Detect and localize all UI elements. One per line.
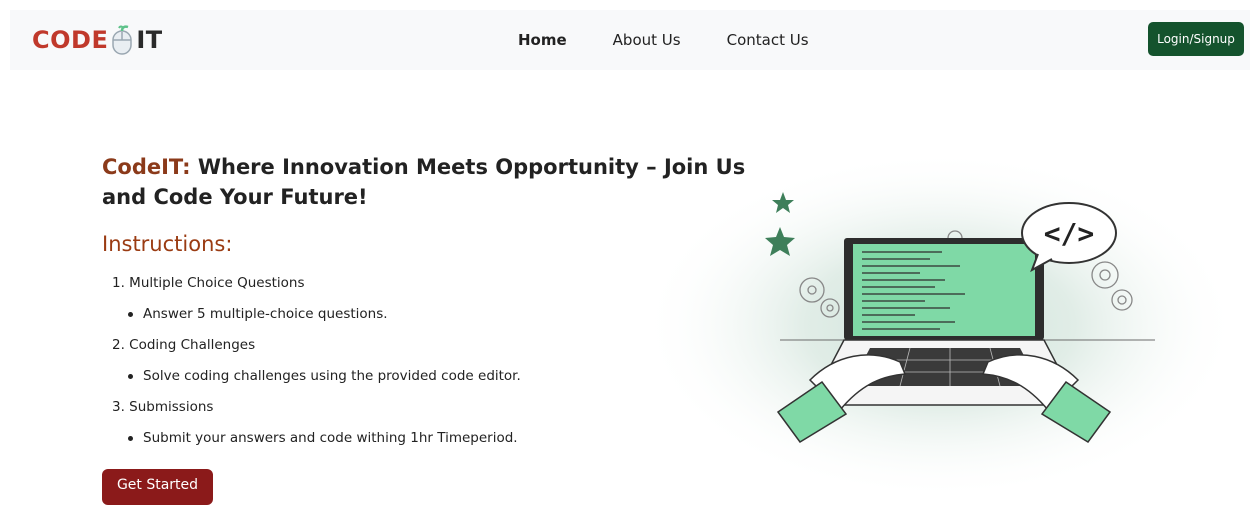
mouse-icon xyxy=(112,25,133,55)
instructions-heading: Instructions: xyxy=(102,232,233,256)
bullet-icon xyxy=(128,374,133,379)
bullet-icon xyxy=(128,436,133,441)
logo-it-text: IT xyxy=(136,26,163,54)
nav-links: Home About Us Contact Us xyxy=(518,10,855,70)
nav-link-home[interactable]: Home xyxy=(518,31,567,49)
step-detail-text: Submit your answers and code withing 1hr… xyxy=(143,430,518,446)
nav-link-about-us[interactable]: About Us xyxy=(613,31,681,49)
nav-link-contact-us[interactable]: Contact Us xyxy=(727,31,809,49)
instructions-list: 1. Multiple Choice Questions Answer 5 mu… xyxy=(112,273,672,459)
step-detail: Submit your answers and code withing 1hr… xyxy=(128,428,672,449)
step-detail-text: Solve coding challenges using the provid… xyxy=(143,368,521,384)
logo-code-text: CODE xyxy=(32,26,109,54)
navbar: CODE IT Home About Us Contact Us Login/S… xyxy=(10,10,1250,70)
step-title: 3. Submissions xyxy=(112,399,214,415)
login-signup-button[interactable]: Login/Signup xyxy=(1148,22,1244,56)
step-detail-text: Answer 5 multiple-choice questions. xyxy=(143,306,388,322)
bullet-icon xyxy=(128,312,133,317)
code-it-logo[interactable]: CODE IT xyxy=(32,24,163,56)
step-title: 2. Coding Challenges xyxy=(112,337,256,353)
step-detail: Solve coding challenges using the provid… xyxy=(128,366,672,387)
coding-laptop-illustration: </> xyxy=(640,150,1240,499)
step-title: 1. Multiple Choice Questions xyxy=(112,275,305,291)
step-detail: Answer 5 multiple-choice questions. xyxy=(128,304,672,325)
code-symbol: </> xyxy=(1044,217,1095,250)
hero-brand-prefix: CodeIT: xyxy=(102,155,191,179)
get-started-button[interactable]: Get Started xyxy=(102,469,213,505)
